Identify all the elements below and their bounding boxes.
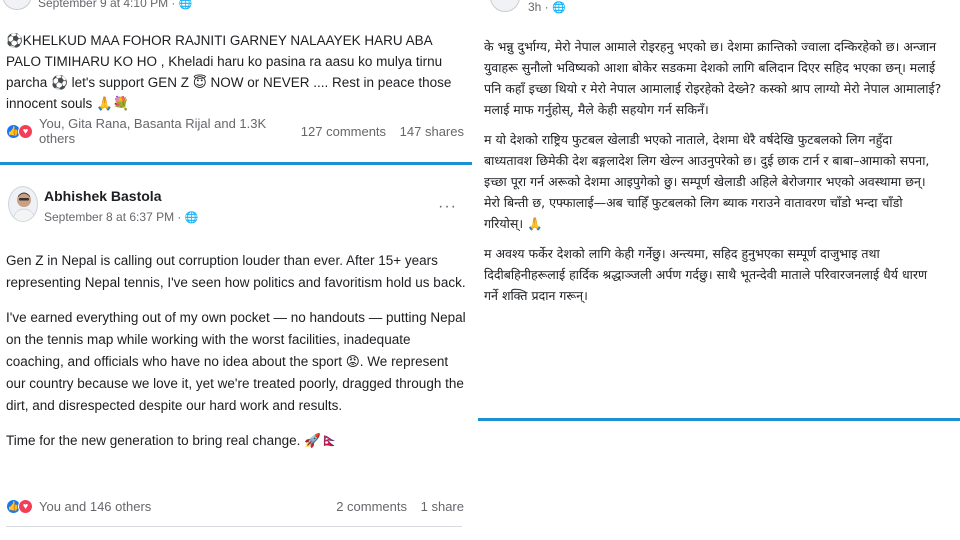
- post-date[interactable]: September 8 at 6:37 PM ·: [44, 210, 185, 224]
- reactions-bar: 👍 ♥ You, Gita Rana, Basanta Rijal and 1.…: [6, 116, 464, 146]
- post-meta: September 8 at 6:37 PM · 🌐: [44, 210, 198, 224]
- card-divider: [478, 418, 960, 421]
- card-divider: [0, 162, 472, 165]
- post-paragraph: Time for the new generation to bring rea…: [6, 433, 338, 448]
- post-text: ⚽KHELKUD MAA FOHOR RAJNITI GARNEY NALAAY…: [6, 33, 452, 111]
- post-paragraph: म अवश्य फर्केर देशको लागि केही गर्नेछु। …: [484, 246, 928, 303]
- shares-count[interactable]: 147 shares: [400, 124, 464, 139]
- post-card-3: 3h · 🌐 के भन्नु दुर्भाग्य, मेरो नेपाल आम…: [478, 0, 960, 420]
- heart-icon: ♥: [18, 498, 33, 514]
- post-meta: 3h · 🌐: [528, 0, 566, 14]
- more-options-button[interactable]: ···: [438, 198, 457, 216]
- post-date[interactable]: September 9 at 4:10 PM ·: [38, 0, 179, 10]
- reaction-icons[interactable]: 👍 ♥: [6, 498, 33, 514]
- author-name[interactable]: Abhishek Bastola: [44, 188, 161, 204]
- post-paragraph: Gen Z in Nepal is calling out corruption…: [6, 253, 466, 290]
- avatar[interactable]: [2, 0, 32, 10]
- globe-icon: 🌐: [552, 2, 566, 14]
- globe-icon: 🌐: [178, 0, 193, 10]
- reaction-names[interactable]: You and 146 others: [39, 499, 326, 514]
- reaction-icons[interactable]: 👍 ♥: [6, 123, 33, 139]
- post-paragraph: के भन्नु दुर्भाग्य, मेरो नेपाल आमाले रोइ…: [484, 39, 942, 117]
- post-paragraph: I've earned everything out of my own poc…: [6, 310, 466, 413]
- comments-count[interactable]: 127 comments: [301, 124, 386, 139]
- post-text: के भन्नु दुर्भाग्य, मेरो नेपाल आमाले रोइ…: [484, 36, 944, 315]
- post-card-1: September 9 at 4:10 PM · 🌐 ⚽KHELKUD MAA …: [0, 0, 472, 162]
- post-meta: September 9 at 4:10 PM · 🌐: [38, 0, 192, 10]
- globe-icon: 🌐: [184, 212, 199, 224]
- shares-count[interactable]: 1 share: [421, 499, 464, 514]
- avatar[interactable]: [8, 186, 38, 222]
- reaction-names[interactable]: You, Gita Rana, Basanta Rijal and 1.3K o…: [39, 116, 291, 146]
- reactions-bar: 👍 ♥ You and 146 others 2 comments 1 shar…: [6, 495, 464, 517]
- post-text: Gen Z in Nepal is calling out corruption…: [6, 250, 468, 465]
- action-divider: [6, 526, 462, 527]
- post-date[interactable]: 3h ·: [528, 0, 552, 14]
- post-paragraph: म यो देशको राष्ट्रिय फुटबल खेलाडी भएको न…: [484, 132, 930, 231]
- comments-count[interactable]: 2 comments: [336, 499, 407, 514]
- avatar[interactable]: [490, 0, 520, 12]
- post-card-2: Abhishek Bastola September 8 at 6:37 PM …: [0, 168, 472, 540]
- heart-icon: ♥: [18, 123, 33, 139]
